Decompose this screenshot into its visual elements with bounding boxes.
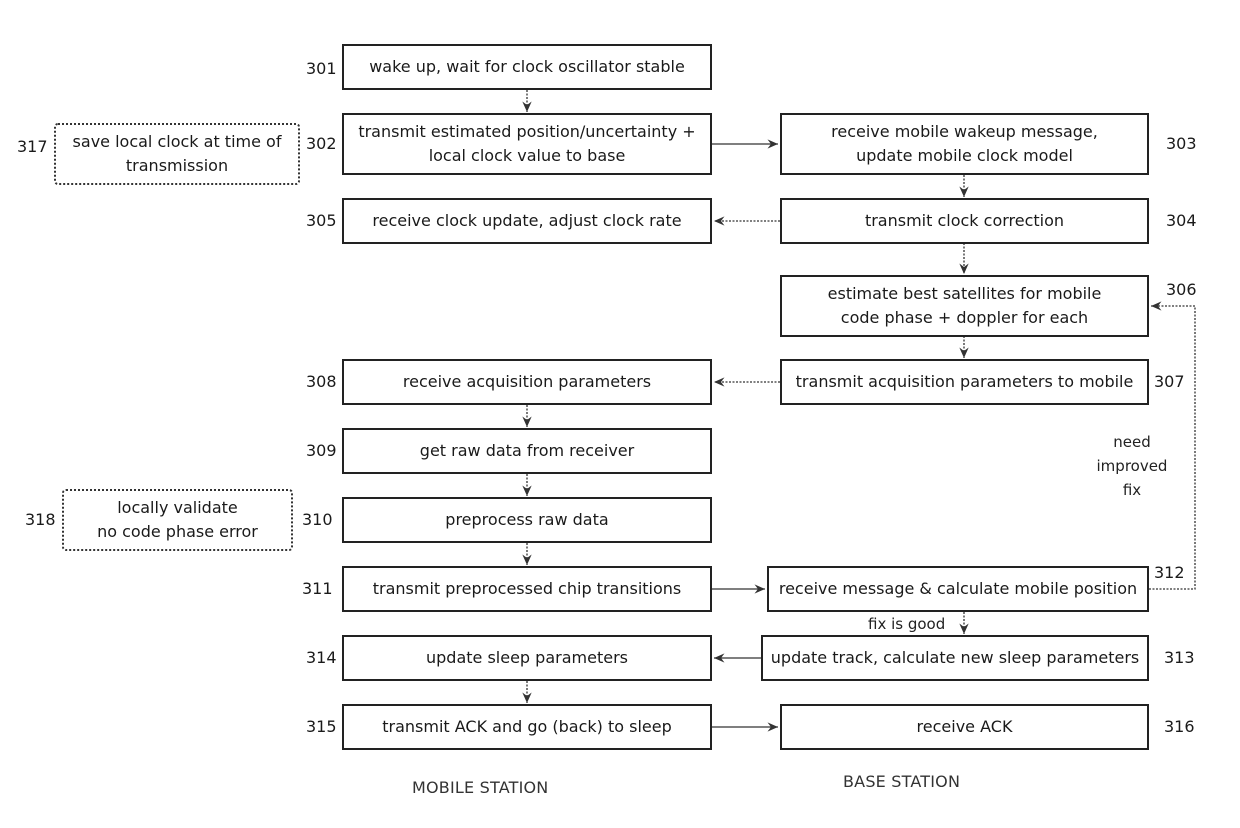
step-314: update sleep parameters	[342, 635, 712, 681]
step-310-text: preprocess raw data	[445, 510, 609, 529]
ref-310: 310	[302, 510, 333, 529]
step-307-text: transmit acquisition parameters to mobil…	[795, 372, 1134, 391]
step-304-text: transmit clock correction	[864, 211, 1065, 230]
ref-301: 301	[306, 59, 337, 78]
caption-mobile-station: MOBILE STATION	[412, 778, 549, 797]
step-302: transmit estimated position/uncertainty …	[342, 113, 712, 175]
step-317-text: save local clock at time of transmission	[72, 132, 282, 175]
step-305: receive clock update, adjust clock rate	[342, 198, 712, 244]
step-307: transmit acquisition parameters to mobil…	[780, 359, 1149, 405]
ref-313: 313	[1164, 648, 1195, 667]
ref-305: 305	[306, 211, 337, 230]
step-314-text: update sleep parameters	[426, 648, 628, 667]
ref-308: 308	[306, 372, 337, 391]
ref-314: 314	[306, 648, 337, 667]
ref-311: 311	[302, 579, 333, 598]
step-303-text: receive mobile wakeup message, update mo…	[831, 122, 1098, 165]
ref-312: 312	[1154, 563, 1185, 582]
step-304: transmit clock correction	[780, 198, 1149, 244]
step-308: receive acquisition parameters	[342, 359, 712, 405]
step-318-text: locally validate no code phase error	[97, 498, 258, 541]
step-313-text: update track, calculate new sleep parame…	[770, 648, 1140, 667]
step-303: receive mobile wakeup message, update mo…	[780, 113, 1149, 175]
label-need-improved-fix: need improved fix	[1096, 433, 1168, 499]
ref-315: 315	[306, 717, 337, 736]
step-311: transmit preprocessed chip transitions	[342, 566, 712, 612]
ref-316: 316	[1164, 717, 1195, 736]
step-316-text: receive ACK	[916, 717, 1013, 736]
ref-306: 306	[1166, 280, 1197, 299]
ref-303: 303	[1166, 134, 1197, 153]
caption-base-station: BASE STATION	[843, 772, 961, 791]
step-315: transmit ACK and go (back) to sleep	[342, 704, 712, 750]
ref-309: 309	[306, 441, 337, 460]
step-312: receive message & calculate mobile posit…	[767, 566, 1149, 612]
step-305-text: receive clock update, adjust clock rate	[372, 211, 682, 230]
ref-317: 317	[17, 137, 48, 156]
step-315-text: transmit ACK and go (back) to sleep	[382, 717, 672, 736]
step-309: get raw data from receiver	[342, 428, 712, 474]
ref-318: 318	[25, 510, 56, 529]
step-316: receive ACK	[780, 704, 1149, 750]
step-313: update track, calculate new sleep parame…	[761, 635, 1149, 681]
step-306-text: estimate best satellites for mobile code…	[827, 284, 1102, 327]
step-317-note: save local clock at time of transmission	[54, 123, 300, 185]
step-309-text: get raw data from receiver	[419, 441, 635, 460]
step-308-text: receive acquisition parameters	[402, 372, 652, 391]
ref-307: 307	[1154, 372, 1185, 391]
step-318-note: locally validate no code phase error	[62, 489, 293, 551]
step-312-text: receive message & calculate mobile posit…	[778, 579, 1138, 598]
ref-302: 302	[306, 134, 337, 153]
step-302-text: transmit estimated position/uncertainty …	[358, 122, 696, 165]
step-310: preprocess raw data	[342, 497, 712, 543]
ref-304: 304	[1166, 211, 1197, 230]
step-311-text: transmit preprocessed chip transitions	[372, 579, 682, 598]
label-fix-is-good: fix is good	[868, 615, 946, 633]
step-301: wake up, wait for clock oscillator stabl…	[342, 44, 712, 90]
step-306: estimate best satellites for mobile code…	[780, 275, 1149, 337]
step-301-text: wake up, wait for clock oscillator stabl…	[369, 57, 685, 76]
